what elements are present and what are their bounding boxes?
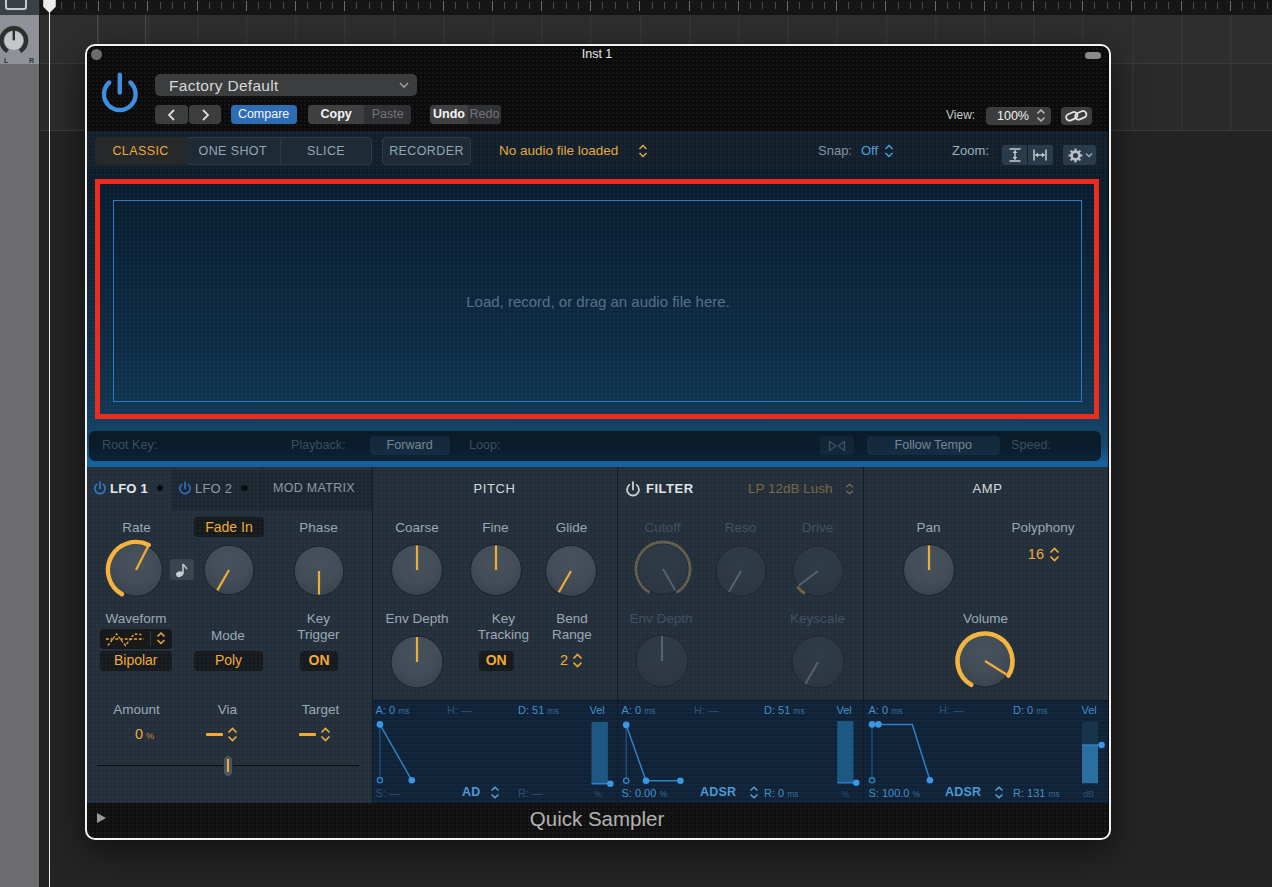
svg-text:L: L	[4, 57, 9, 64]
svg-text:R: R	[29, 57, 34, 64]
